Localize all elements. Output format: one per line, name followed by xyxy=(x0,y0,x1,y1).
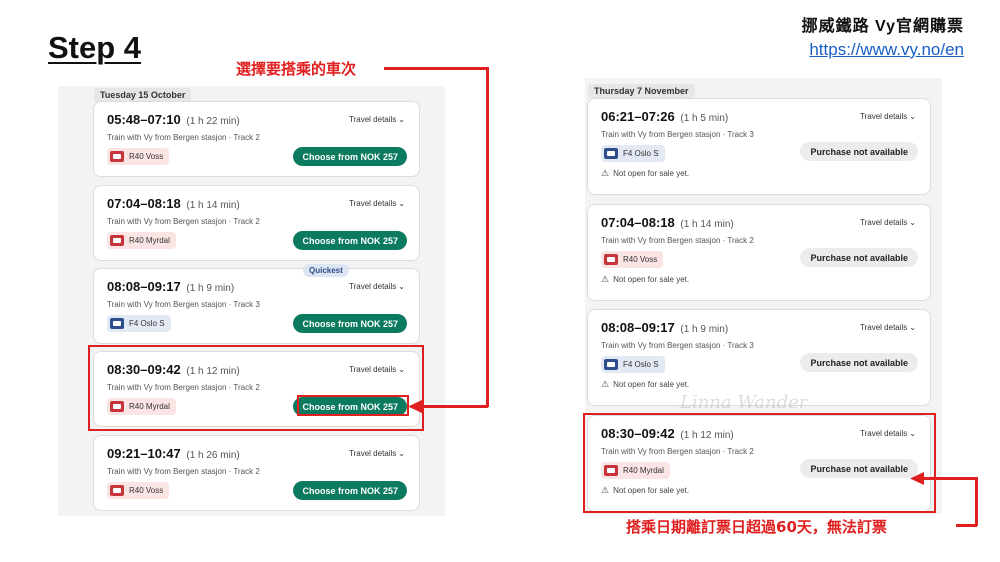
highlight-unavailable-train xyxy=(583,413,936,513)
arrow-line-top xyxy=(384,67,488,70)
chevron-down-icon: ⌄ xyxy=(909,112,916,121)
duration: (1 h 26 min) xyxy=(186,450,240,461)
purchase-not-available-button[interactable]: Purchase not available xyxy=(800,248,918,267)
watermark: Linna Wander xyxy=(680,392,808,413)
departure-time: 07:04–08:18 (1 h 14 min) xyxy=(601,215,734,230)
route-badge: R40 Voss xyxy=(107,148,170,165)
departure-time: 09:21–10:47 (1 h 26 min) xyxy=(107,446,240,461)
train-icon xyxy=(604,254,618,265)
duration: (1 h 9 min) xyxy=(680,324,729,335)
train-card[interactable]: 05:48–07:10 (1 h 22 min) Train with Vy f… xyxy=(93,101,420,177)
departure-time: 05:48–07:10 (1 h 22 min) xyxy=(107,112,240,127)
date-header: Tuesday 15 October xyxy=(94,88,192,102)
travel-details-toggle[interactable]: Travel details ⌄ xyxy=(349,115,405,124)
train-description: Train with Vy from Bergen stasjon · Trac… xyxy=(107,300,260,309)
train-description: Train with Vy from Bergen stasjon · Trac… xyxy=(107,467,260,476)
route-badge: R40 Voss xyxy=(601,251,664,268)
choose-button[interactable]: Choose from NOK 257 xyxy=(293,481,407,500)
arrow-line-vertical xyxy=(486,67,489,407)
annotation-over-60-days: 搭乘日期離訂票日超過60天，無法訂票 xyxy=(626,518,887,536)
train-description: Train with Vy from Bergen stasjon · Trac… xyxy=(107,133,260,142)
arrow-line-bottom-right xyxy=(956,524,977,527)
purchase-not-available-button[interactable]: Purchase not available xyxy=(800,353,918,372)
quickest-badge: Quickest xyxy=(303,264,349,277)
train-card[interactable]: 06:21–07:26 (1 h 5 min) Train with Vy fr… xyxy=(587,98,931,195)
route-badge: F4 Oslo S xyxy=(601,356,665,373)
departure-time: 08:08–09:17 (1 h 9 min) xyxy=(601,320,729,335)
chevron-down-icon: ⌄ xyxy=(909,218,916,227)
choose-button[interactable]: Choose from NOK 257 xyxy=(293,147,407,166)
duration: (1 h 9 min) xyxy=(186,283,235,294)
annotation-select-train: 選擇要搭乘的車次 xyxy=(236,60,357,78)
duration: (1 h 22 min) xyxy=(186,116,240,127)
train-description: Train with Vy from Bergen stasjon · Trac… xyxy=(601,341,754,350)
train-card[interactable]: 08:08–09:17 (1 h 9 min) Train with Vy fr… xyxy=(93,268,420,344)
duration: (1 h 14 min) xyxy=(186,200,240,211)
warning-icon: ⚠ xyxy=(601,274,610,284)
route-badge: F4 Oslo S xyxy=(107,315,171,332)
departure-time: 08:08–09:17 (1 h 9 min) xyxy=(107,279,235,294)
train-description: Train with Vy from Bergen stasjon · Trac… xyxy=(601,236,754,245)
brand-name: 挪威鐵路 Vy官網購票 xyxy=(801,18,964,35)
travel-details-toggle[interactable]: Travel details ⌄ xyxy=(860,112,916,121)
route-badge: F4 Oslo S xyxy=(601,145,665,162)
chevron-down-icon: ⌄ xyxy=(398,282,405,291)
date-header: Thursday 7 November xyxy=(588,84,695,98)
brand-url-link[interactable]: https://www.vy.no/en xyxy=(802,40,964,60)
departure-time: 06:21–07:26 (1 h 5 min) xyxy=(601,109,729,124)
train-icon xyxy=(110,318,124,329)
travel-details-toggle[interactable]: Travel details ⌄ xyxy=(860,323,916,332)
train-card[interactable]: 09:21–10:47 (1 h 26 min) Train with Vy f… xyxy=(93,435,420,511)
sale-status: ⚠ Not open for sale yet. xyxy=(601,168,690,178)
duration: (1 h 14 min) xyxy=(680,219,734,230)
train-card[interactable]: 07:04–08:18 (1 h 14 min) Train with Vy f… xyxy=(587,204,931,301)
chevron-down-icon: ⌄ xyxy=(398,115,405,124)
choose-button[interactable]: Choose from NOK 257 xyxy=(293,231,407,250)
travel-details-toggle[interactable]: Travel details ⌄ xyxy=(349,282,405,291)
arrow-line-bottom xyxy=(420,405,488,408)
train-description: Train with Vy from Bergen stasjon · Trac… xyxy=(107,217,260,226)
train-icon xyxy=(604,148,618,159)
arrow-head-icon xyxy=(408,400,422,413)
choose-button[interactable]: Choose from NOK 257 xyxy=(293,314,407,333)
travel-details-toggle[interactable]: Travel details ⌄ xyxy=(349,199,405,208)
step-title: Step 4 xyxy=(48,30,142,65)
sale-status: ⚠ Not open for sale yet. xyxy=(601,379,690,389)
highlight-choose-button xyxy=(297,395,409,416)
travel-details-toggle[interactable]: Travel details ⌄ xyxy=(349,449,405,458)
train-icon xyxy=(604,359,618,370)
train-icon xyxy=(110,151,124,162)
warning-icon: ⚠ xyxy=(601,168,610,178)
chevron-down-icon: ⌄ xyxy=(398,449,405,458)
train-card[interactable]: 07:04–08:18 (1 h 14 min) Train with Vy f… xyxy=(93,185,420,261)
duration: (1 h 5 min) xyxy=(680,113,729,124)
chevron-down-icon: ⌄ xyxy=(398,199,405,208)
travel-details-toggle[interactable]: Travel details ⌄ xyxy=(860,218,916,227)
sale-status: ⚠ Not open for sale yet. xyxy=(601,274,690,284)
purchase-not-available-button[interactable]: Purchase not available xyxy=(800,142,918,161)
arrow-line-top-right xyxy=(922,477,977,480)
departure-time: 07:04–08:18 (1 h 14 min) xyxy=(107,196,240,211)
chevron-down-icon: ⌄ xyxy=(909,323,916,332)
route-badge: R40 Myrdal xyxy=(107,232,176,249)
brand-block: 挪威鐵路 Vy官網購票 https://www.vy.no/en xyxy=(802,12,964,60)
warning-icon: ⚠ xyxy=(601,379,610,389)
highlight-selected-train xyxy=(88,345,424,431)
arrow-head-icon xyxy=(910,472,924,485)
arrow-line-vertical-right xyxy=(975,477,978,526)
train-icon xyxy=(110,235,124,246)
route-badge: R40 Voss xyxy=(107,482,170,499)
train-icon xyxy=(110,485,124,496)
train-description: Train with Vy from Bergen stasjon · Trac… xyxy=(601,130,754,139)
